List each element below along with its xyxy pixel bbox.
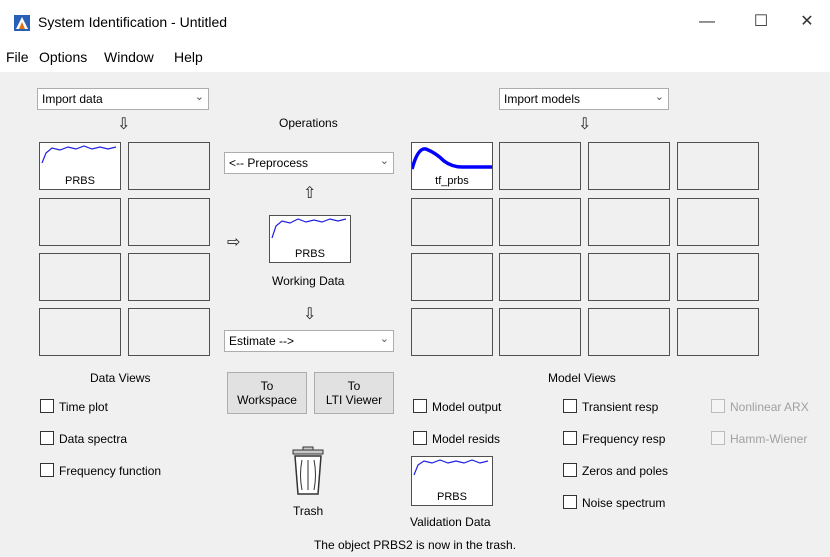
menu-help[interactable]: Help	[174, 49, 203, 65]
noise-spectrum-label: Noise spectrum	[582, 496, 666, 510]
data-slot-empty[interactable]	[39, 198, 121, 246]
time-plot-checkbox[interactable]	[40, 399, 54, 413]
model-slot-empty[interactable]	[588, 198, 670, 246]
model-slot-empty[interactable]	[499, 198, 581, 246]
minimize-button[interactable]: —	[684, 6, 730, 38]
model-slot-empty[interactable]	[677, 308, 759, 356]
hamm-wiener-checkbox[interactable]	[711, 431, 725, 445]
title-bar: System Identification - Untitled — ☐ ✕	[0, 0, 830, 44]
data-slot-empty[interactable]	[39, 253, 121, 301]
nonlinear-arx-label: Nonlinear ARX	[730, 400, 809, 414]
model-slot-empty[interactable]	[499, 308, 581, 356]
import-data-dropdown[interactable]: Import data ⌄	[37, 88, 209, 110]
arrow-down-icon: ⇩	[578, 116, 592, 133]
model-output-checkbox[interactable]	[413, 399, 427, 413]
preprocess-dropdown[interactable]: <-- Preprocess ⌄	[224, 152, 394, 174]
model-plot-preview	[412, 147, 492, 170]
working-data-plot-preview	[271, 218, 347, 239]
transient-resp-checkbox[interactable]	[563, 399, 577, 413]
frequency-resp-label: Frequency resp	[582, 432, 666, 446]
import-data-label: Import data	[42, 92, 103, 106]
to-lti-viewer-line1: To	[347, 379, 361, 393]
validation-data-slot[interactable]: PRBS	[411, 456, 493, 506]
model-slot-empty[interactable]	[588, 142, 670, 190]
close-button[interactable]: ✕	[784, 6, 830, 38]
model-slot-empty[interactable]	[499, 142, 581, 190]
model-views-title: Model Views	[548, 371, 616, 385]
model-slot-empty[interactable]	[411, 253, 493, 301]
working-data-slot[interactable]: PRBS	[269, 215, 351, 263]
estimate-dropdown[interactable]: Estimate --> ⌄	[224, 330, 394, 352]
zeros-and-poles-checkbox[interactable]	[563, 463, 577, 477]
to-workspace-line2: Workspace	[237, 393, 297, 407]
data-slot-label: PRBS	[65, 175, 95, 187]
arrow-up-icon: ⇧	[303, 185, 317, 202]
to-workspace-button[interactable]: To Workspace	[227, 372, 307, 414]
nonlinear-arx-checkbox[interactable]	[711, 399, 725, 413]
frequency-resp-checkbox[interactable]	[563, 431, 577, 445]
data-slot-empty[interactable]	[128, 253, 210, 301]
data-slot-empty[interactable]	[128, 142, 210, 190]
chevron-down-icon: ⌄	[379, 155, 389, 167]
to-workspace-line1: To	[260, 379, 274, 393]
working-data-slot-label: PRBS	[295, 248, 325, 260]
time-plot-label: Time plot	[59, 400, 108, 414]
hamm-wiener-label: Hamm-Wiener	[730, 432, 808, 446]
model-slot-empty[interactable]	[677, 198, 759, 246]
preprocess-label: <-- Preprocess	[229, 156, 309, 170]
to-lti-viewer-button[interactable]: To LTI Viewer	[314, 372, 394, 414]
import-models-dropdown[interactable]: Import models ⌄	[499, 88, 669, 110]
data-spectra-checkbox[interactable]	[40, 431, 54, 445]
validation-data-caption: Validation Data	[410, 515, 491, 529]
validation-plot-preview	[413, 459, 489, 476]
model-output-label: Model output	[432, 400, 502, 414]
arrow-right-icon: ⇨	[227, 234, 241, 251]
app-icon	[14, 15, 30, 31]
model-resids-checkbox[interactable]	[413, 431, 427, 445]
trash-icon[interactable]	[287, 446, 329, 498]
data-slot-prbs[interactable]: PRBS	[39, 142, 121, 190]
menu-window[interactable]: Window	[104, 49, 154, 65]
data-slot-empty[interactable]	[128, 198, 210, 246]
chevron-down-icon: ⌄	[654, 91, 664, 103]
model-slot-label: tf_prbs	[435, 175, 469, 187]
transient-resp-label: Transient resp	[582, 400, 659, 414]
window-title: System Identification - Untitled	[38, 14, 228, 30]
model-slot-empty[interactable]	[677, 142, 759, 190]
validation-slot-label: PRBS	[437, 491, 467, 503]
import-models-label: Import models	[504, 92, 581, 106]
estimate-label: Estimate -->	[229, 334, 295, 348]
noise-spectrum-checkbox[interactable]	[563, 495, 577, 509]
model-resids-label: Model resids	[432, 432, 501, 446]
menu-file[interactable]: File	[6, 49, 29, 65]
model-slot-empty[interactable]	[588, 253, 670, 301]
chevron-down-icon: ⌄	[194, 91, 204, 103]
status-message: The object PRBS2 is now in the trash.	[313, 538, 517, 552]
model-slot-empty[interactable]	[588, 308, 670, 356]
chevron-down-icon: ⌄	[379, 333, 389, 345]
arrow-down-icon: ⇩	[117, 116, 131, 133]
model-slot-empty[interactable]	[411, 198, 493, 246]
trash-caption: Trash	[293, 504, 324, 518]
to-lti-viewer-line2: LTI Viewer	[325, 393, 383, 407]
data-slot-empty[interactable]	[39, 308, 121, 356]
model-slot-empty[interactable]	[499, 253, 581, 301]
arrow-down-icon: ⇩	[303, 306, 317, 323]
zeros-and-poles-label: Zeros and poles	[582, 464, 669, 478]
maximize-button[interactable]: ☐	[738, 6, 784, 38]
frequency-function-checkbox[interactable]	[40, 463, 54, 477]
frequency-function-label: Frequency function	[59, 464, 162, 478]
data-slot-empty[interactable]	[128, 308, 210, 356]
menu-options[interactable]: Options	[39, 49, 87, 65]
operations-title: Operations	[279, 116, 338, 130]
model-slot-tf-prbs[interactable]: tf_prbs	[411, 142, 493, 190]
data-views-title: Data Views	[90, 371, 151, 385]
main-panel: Import data ⌄ ⇩ PRBS Data Views Time plo…	[0, 72, 830, 557]
menu-bar: File Options Window Help	[0, 44, 830, 72]
data-plot-preview	[41, 145, 117, 164]
working-data-caption: Working Data	[272, 274, 345, 288]
model-slot-empty[interactable]	[411, 308, 493, 356]
data-spectra-label: Data spectra	[59, 432, 128, 446]
model-slot-empty[interactable]	[677, 253, 759, 301]
